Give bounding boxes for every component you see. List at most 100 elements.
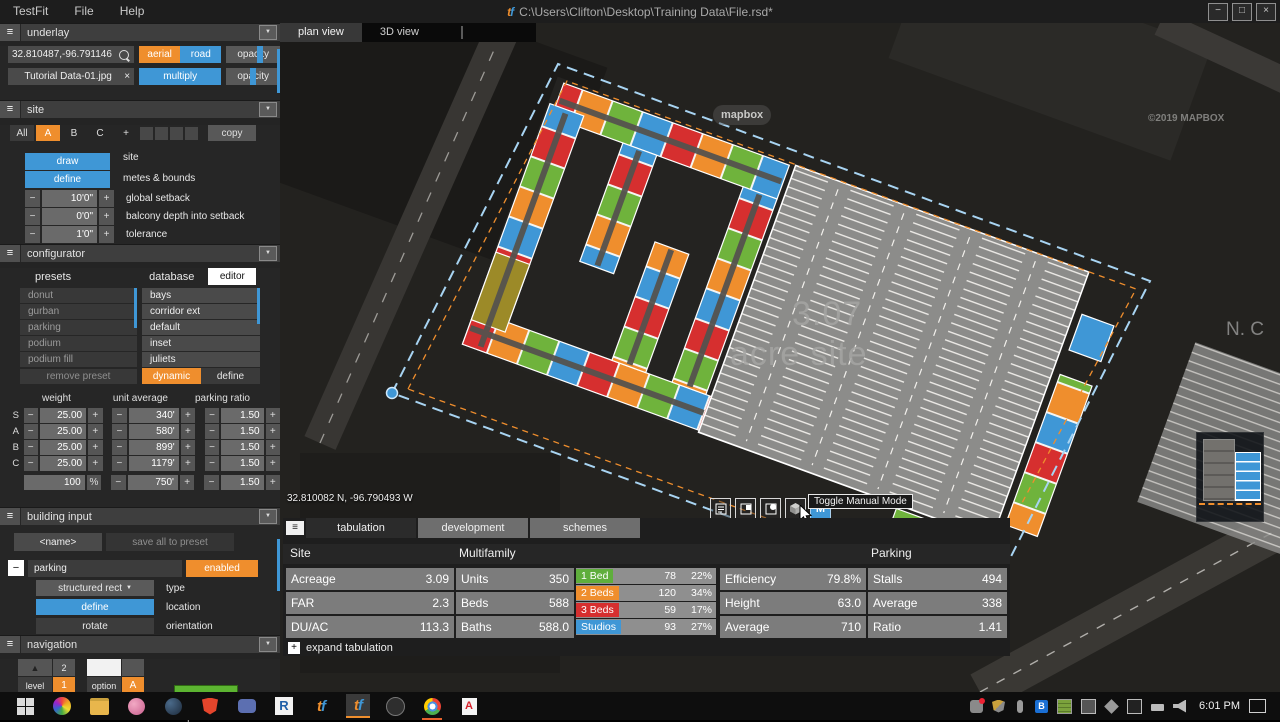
tab-schemes[interactable]: schemes (530, 518, 640, 538)
remove-preset-button[interactable]: remove preset (20, 369, 137, 384)
battery-health-icon[interactable] (1057, 699, 1072, 714)
menu-icon[interactable]: ≡ (0, 508, 21, 525)
aerial-button[interactable]: aerial (139, 46, 180, 63)
inc[interactable]: + (266, 440, 280, 455)
dec[interactable]: − (112, 456, 126, 471)
chevron-down-icon[interactable]: ▼ (259, 509, 277, 524)
underlay-opacity-slider[interactable]: opacity (226, 68, 280, 85)
avg-total[interactable]: 750' (128, 475, 178, 490)
inc[interactable]: + (88, 456, 102, 471)
report-square-icon[interactable] (735, 498, 756, 519)
balcony-increment[interactable]: + (99, 208, 114, 225)
inc[interactable]: + (181, 424, 195, 439)
site-panel-header[interactable]: ≡ site ▼ (0, 100, 280, 118)
map-opacity-slider[interactable]: opacity (226, 46, 280, 63)
brave-browser-icon[interactable] (198, 694, 222, 718)
revit-icon[interactable]: R (272, 694, 296, 718)
scrollbar[interactable] (277, 49, 280, 93)
weight-value[interactable]: 25.00 (40, 456, 86, 471)
dec[interactable]: − (24, 408, 38, 423)
navigation-panel-header[interactable]: ≡ navigation ▼ (0, 635, 280, 653)
geocoord-input[interactable]: 32.810487,-96.791146 (8, 46, 134, 63)
paint-app-icon[interactable] (124, 694, 148, 718)
setback-decrement[interactable]: − (25, 190, 40, 207)
report-list-icon[interactable] (710, 498, 731, 519)
define-button[interactable]: define (201, 368, 260, 384)
ratio-value[interactable]: 1.50 (221, 408, 263, 423)
aerial-road-toggle[interactable]: aerial road (139, 46, 221, 63)
level-above[interactable]: 2 (53, 659, 75, 676)
editor-tab[interactable]: editor (208, 268, 256, 285)
menu-icon[interactable]: ≡ (0, 101, 21, 118)
parking-type-dropdown[interactable]: structured rect▼ (36, 580, 154, 596)
dec[interactable]: − (24, 456, 38, 471)
security-shield-icon[interactable] (992, 700, 1005, 713)
map-viewport[interactable]: plan view 3D view 3.07 acre site mapbox … (280, 23, 1280, 692)
close-icon[interactable]: × (124, 71, 130, 82)
color-wheel-app-icon[interactable] (50, 694, 74, 718)
rotate-button[interactable]: rotate (36, 618, 154, 634)
preset-item[interactable]: gurban (20, 304, 137, 319)
testfit-app-icon[interactable]: tf (309, 694, 333, 718)
plus-icon[interactable]: + (288, 642, 300, 654)
bluetooth-icon[interactable]: B (1035, 700, 1048, 713)
underlay-file[interactable]: Tutorial Data-01.jpg × (8, 68, 134, 85)
inc[interactable]: + (180, 475, 195, 490)
parking-section-label[interactable]: parking (28, 560, 182, 577)
dec[interactable]: − (112, 440, 126, 455)
level-up-icon[interactable]: ▲ (18, 659, 52, 676)
discord-tray-icon[interactable] (970, 700, 983, 713)
dec[interactable]: − (205, 424, 219, 439)
site-tab-b[interactable]: B (62, 125, 86, 141)
tolerance-increment[interactable]: + (99, 226, 114, 243)
inc[interactable]: + (88, 408, 102, 423)
avg-value[interactable]: 580' (129, 424, 179, 439)
site-tab-a[interactable]: A (36, 125, 60, 141)
site-tab-all[interactable]: All (10, 125, 34, 141)
avg-value[interactable]: 899' (129, 440, 179, 455)
boundary-vertex-handle[interactable] (387, 388, 398, 399)
dec[interactable]: − (205, 408, 219, 423)
tolerance-value[interactable]: 1'0" (42, 226, 97, 243)
add-site-tab-button[interactable]: + (114, 125, 138, 141)
network-icon[interactable] (1127, 699, 1142, 714)
preset-item[interactable]: podium fill (20, 352, 137, 367)
expand-tabulation[interactable]: + expand tabulation (288, 642, 393, 654)
weight-value[interactable]: 25.00 (40, 424, 86, 439)
ratio-value[interactable]: 1.50 (221, 456, 263, 471)
tab-development[interactable]: development (418, 518, 528, 538)
scrollbar[interactable] (277, 539, 280, 591)
menu-file[interactable]: File (61, 0, 106, 23)
inc[interactable]: + (266, 408, 280, 423)
dec[interactable]: − (204, 475, 219, 490)
globe-app-icon[interactable] (161, 694, 185, 718)
dec[interactable]: − (205, 440, 219, 455)
define-metes-button[interactable]: define (25, 171, 110, 188)
menu-icon[interactable]: ≡ (286, 521, 304, 535)
testfit-app-icon-active[interactable]: tf (346, 694, 370, 718)
dec[interactable]: − (112, 408, 126, 423)
inc[interactable]: + (181, 456, 195, 471)
menu-icon[interactable]: ≡ (0, 245, 21, 262)
dec[interactable]: − (24, 440, 38, 455)
road-button[interactable]: road (180, 46, 221, 63)
inc[interactable]: + (88, 424, 102, 439)
dec[interactable]: − (111, 475, 126, 490)
inc[interactable]: + (88, 440, 102, 455)
microphone-icon[interactable] (1017, 700, 1023, 713)
database-label[interactable]: database (149, 271, 194, 283)
building-name-input[interactable]: <name> (14, 533, 102, 551)
search-icon[interactable] (119, 50, 129, 60)
menu-help[interactable]: Help (107, 0, 158, 23)
draw-site-button[interactable]: draw (25, 153, 110, 170)
chevron-down-icon[interactable]: ▼ (259, 102, 277, 117)
display-icon[interactable] (1081, 699, 1096, 714)
chrome-icon[interactable] (420, 694, 444, 718)
inc[interactable]: + (181, 408, 195, 423)
database-item[interactable]: inset (142, 336, 260, 351)
define-location-button[interactable]: define (36, 599, 154, 615)
tab-plan-view[interactable]: plan view (280, 23, 362, 42)
balcony-depth-value[interactable]: 0'0" (42, 208, 97, 225)
inc[interactable]: + (266, 475, 281, 490)
discord-icon[interactable] (235, 694, 259, 718)
